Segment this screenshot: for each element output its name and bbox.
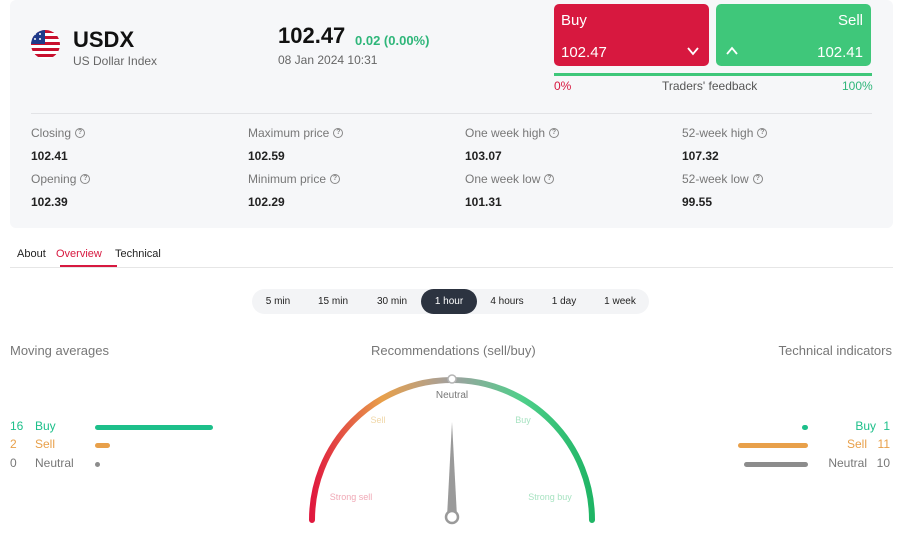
gauge-label-sell: Sell <box>370 415 385 425</box>
stat-52-week-high: 52-week high? 107.32 <box>682 126 768 163</box>
tab-technical[interactable]: Technical <box>115 248 161 260</box>
ti-neutral-count: 10 <box>876 456 890 470</box>
timeframe-30-min[interactable]: 30 min <box>365 289 419 314</box>
instrument-symbol: USDX <box>73 27 135 52</box>
stat-value: 101.31 <box>465 195 502 209</box>
stat-value: 103.07 <box>465 149 502 163</box>
ma-neutral-count: 0 <box>10 456 17 470</box>
stat-value: 102.39 <box>31 195 68 209</box>
stat-label: One week low <box>465 172 541 186</box>
section-tabs: About Overview Technical <box>10 244 893 268</box>
info-icon[interactable]: ? <box>333 128 344 138</box>
stat-label: Closing <box>31 126 72 140</box>
stat-label: 52-week low <box>682 172 749 186</box>
stat-value: 99.55 <box>682 195 713 209</box>
gauge-label-neutral: Neutral <box>436 390 468 401</box>
recommendations-title: Recommendations (sell/buy) <box>371 343 536 358</box>
stat-52-week-low: 52-week low? 99.55 <box>682 172 763 209</box>
timeframe-1-hour[interactable]: 1 hour <box>421 289 477 314</box>
stat-label: Maximum price <box>248 126 330 140</box>
traders-feedback-bar <box>554 73 872 76</box>
stat-label: Minimum price <box>248 172 327 186</box>
stat-label: Opening <box>31 172 77 186</box>
stat-one-week-low: One week low? 101.31 <box>465 172 555 209</box>
ma-buy-label: Buy <box>35 419 56 433</box>
ma-buy-count: 16 <box>10 419 24 433</box>
ti-sell-bar <box>738 443 808 448</box>
timeframe-1-day[interactable]: 1 day <box>540 289 588 314</box>
tab-about[interactable]: About <box>17 248 46 260</box>
price-datetime: 08 Jan 2024 10:31 <box>278 53 378 67</box>
stat-minimum-price: Minimum price? 102.29 <box>248 172 341 209</box>
recommendation-gauge: Neutral Sell Buy Strong sell Strong buy <box>309 374 595 525</box>
gauge-needle-hub <box>444 509 460 525</box>
chevron-up-icon <box>725 44 739 63</box>
feedback-sell-percent: 0% <box>554 79 572 93</box>
gauge-needle-pointer <box>447 422 457 517</box>
ti-buy-bar <box>802 425 808 430</box>
gauge-needle <box>444 422 460 525</box>
timeframe-selector: 5 min 15 min 30 min 1 hour 4 hours 1 day… <box>252 289 649 314</box>
ti-sell-count: 11 <box>877 437 890 451</box>
stat-value: 107.32 <box>682 149 719 163</box>
gauge-label-buy: Buy <box>515 415 531 425</box>
buy-price: 102.47 <box>561 44 607 61</box>
ma-neutral-bar <box>95 462 100 467</box>
info-icon[interactable]: ? <box>330 174 341 184</box>
ti-buy-label: Buy <box>855 419 876 433</box>
gauge-top-marker <box>447 374 457 384</box>
buy-button-label: Buy <box>561 12 587 29</box>
ti-neutral-bar <box>744 462 808 467</box>
technical-indicators-title: Technical indicators <box>778 343 892 358</box>
stat-closing: Closing? 102.41 <box>31 126 86 163</box>
timeframe-4-hours[interactable]: 4 hours <box>480 289 534 314</box>
info-icon[interactable]: ? <box>544 174 555 184</box>
stat-label: One week high <box>465 126 546 140</box>
stat-value: 102.41 <box>31 149 68 163</box>
traders-feedback-label: Traders' feedback <box>662 79 758 93</box>
chevron-down-icon <box>686 44 700 63</box>
info-icon[interactable]: ? <box>75 128 86 138</box>
info-icon[interactable]: ? <box>752 174 763 184</box>
stat-one-week-high: One week high? 103.07 <box>465 126 560 163</box>
gauge-label-strong-sell: Strong sell <box>330 492 373 502</box>
timeframe-5-min[interactable]: 5 min <box>256 289 300 314</box>
feedback-buy-percent: 100% <box>842 79 873 93</box>
ma-sell-label: Sell <box>35 437 56 451</box>
ma-buy-bar <box>95 425 213 430</box>
timeframe-1-week[interactable]: 1 week <box>594 289 646 314</box>
ma-neutral-label: Neutral <box>35 456 74 470</box>
active-tab-indicator <box>60 265 117 267</box>
info-icon[interactable]: ? <box>757 128 768 138</box>
stat-opening: Opening? 102.39 <box>31 172 91 209</box>
moving-averages-title: Moving averages <box>10 343 109 358</box>
stat-maximum-price: Maximum price? 102.59 <box>248 126 344 163</box>
stat-value: 102.29 <box>248 195 285 209</box>
sell-button[interactable]: Sell 102.41 <box>716 4 871 66</box>
ti-neutral-label: Neutral <box>828 456 867 470</box>
instrument-name: US Dollar Index <box>73 54 158 68</box>
current-price: 102.47 <box>278 23 346 48</box>
buy-button[interactable]: Buy 102.47 <box>554 4 709 66</box>
sell-button-label: Sell <box>837 12 863 29</box>
divider <box>31 113 872 114</box>
tab-overview[interactable]: Overview <box>56 248 102 260</box>
stat-label: 52-week high <box>682 126 754 140</box>
info-icon[interactable]: ? <box>549 128 560 138</box>
stat-value: 102.59 <box>248 149 285 163</box>
gauge-label-strong-buy: Strong buy <box>528 492 572 502</box>
timeframe-15-min[interactable]: 15 min <box>307 289 359 314</box>
price-change: 0.02 (0.00%) <box>355 33 430 48</box>
ti-sell-label: Sell <box>846 437 867 451</box>
ma-sell-count: 2 <box>10 437 17 451</box>
info-icon[interactable]: ? <box>80 174 91 184</box>
ma-sell-bar <box>95 443 110 448</box>
ti-buy-count: 1 <box>883 419 890 433</box>
instrument-page: USDX US Dollar Index 102.47 0.02 (0.00%)… <box>0 0 900 535</box>
us-flag-icon <box>31 30 60 59</box>
sell-price: 102.41 <box>817 44 863 61</box>
